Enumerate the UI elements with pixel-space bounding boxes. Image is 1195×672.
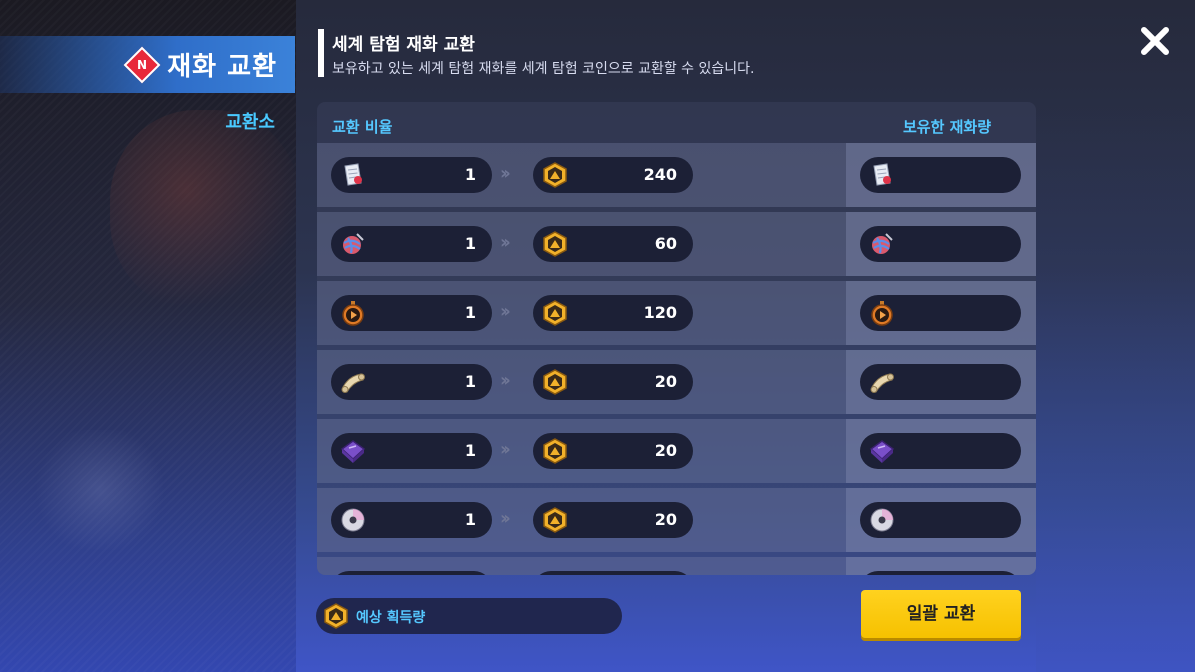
bulk-exchange-button[interactable]: 일괄 교환 [861, 590, 1021, 638]
exploration-coin-icon [543, 507, 567, 533]
sidebar-title: 재화 교환 [167, 52, 277, 82]
background-art [0, 0, 296, 672]
disc-icon [870, 508, 894, 532]
estimated-gain-label: 예상 획득량 [356, 610, 426, 626]
panel-description: 보유하고 있는 세계 탐험 재화를 세계 탐험 코인으로 교환할 수 있습니다. [332, 61, 755, 77]
panel-title: 세계 탐험 재화 교환 [332, 35, 475, 55]
disc-icon [341, 508, 365, 532]
close-icon [1141, 27, 1169, 55]
owned-amount [860, 433, 1021, 469]
coin-reward [533, 571, 693, 575]
source-item [331, 571, 492, 575]
sidebar-item-exchange-shop[interactable]: 교환소 [225, 108, 275, 134]
paper-note-icon [873, 163, 891, 186]
close-button[interactable] [1136, 22, 1174, 60]
exchange-row[interactable]: 1 ›› 20 [317, 419, 1036, 483]
yarn-ball-icon [872, 233, 893, 254]
source-item: 1 [331, 226, 492, 262]
purple-book-icon [869, 440, 895, 463]
scroll-icon [341, 373, 365, 393]
exchange-row[interactable]: 1 ›› 60 [317, 212, 1036, 276]
source-item: 1 [331, 157, 492, 193]
yarn-ball-icon [343, 233, 364, 254]
estimated-gain: 예상 획득량 [316, 598, 622, 634]
coin-reward: 120 [533, 295, 693, 331]
exploration-coin-icon [324, 603, 348, 629]
source-item: 1 [331, 295, 492, 331]
exploration-coin-icon [543, 369, 567, 395]
exploration-coin-icon [543, 162, 567, 188]
coin-reward: 20 [533, 433, 693, 469]
owned-amount [860, 226, 1021, 262]
source-item: 1 [331, 433, 492, 469]
coin-reward: 20 [533, 502, 693, 538]
scroll-icon [870, 373, 894, 393]
owned-amount [860, 571, 1021, 575]
source-item: 1 [331, 364, 492, 400]
sidebar-tab-currency-exchange[interactable]: N 재화 교환 [0, 36, 295, 93]
coin-reward: 240 [533, 157, 693, 193]
coin-reward: 20 [533, 364, 693, 400]
exchange-row[interactable]: 1 ›› 20 [317, 488, 1036, 552]
exchange-table: 교환 비율 보유한 재화량 1 ›› 240 1 ›› 60 1 ›› 120 … [317, 102, 1036, 575]
exchange-row[interactable]: 1 ›› 20 [317, 350, 1036, 414]
paper-note-icon [344, 163, 362, 186]
purple-book-icon [340, 440, 366, 463]
exchange-row[interactable]: 1 ›› 120 [317, 281, 1036, 345]
column-header-rate: 교환 비율 [332, 118, 393, 136]
source-item: 1 [331, 502, 492, 538]
exchange-row[interactable]: 1 ›› 240 [317, 143, 1036, 207]
owned-amount [860, 157, 1021, 193]
owned-amount [860, 502, 1021, 538]
owned-amount [860, 295, 1021, 331]
exploration-coin-icon [543, 300, 567, 326]
column-header-owned: 보유한 재화량 [903, 118, 992, 136]
exploration-coin-icon [543, 231, 567, 257]
exploration-coin-icon [543, 438, 567, 464]
coin-reward: 60 [533, 226, 693, 262]
new-badge-icon: N [123, 46, 161, 83]
exchange-row[interactable] [317, 557, 1036, 575]
stopwatch-icon [871, 301, 893, 326]
owned-amount [860, 364, 1021, 400]
stopwatch-icon [342, 301, 364, 326]
